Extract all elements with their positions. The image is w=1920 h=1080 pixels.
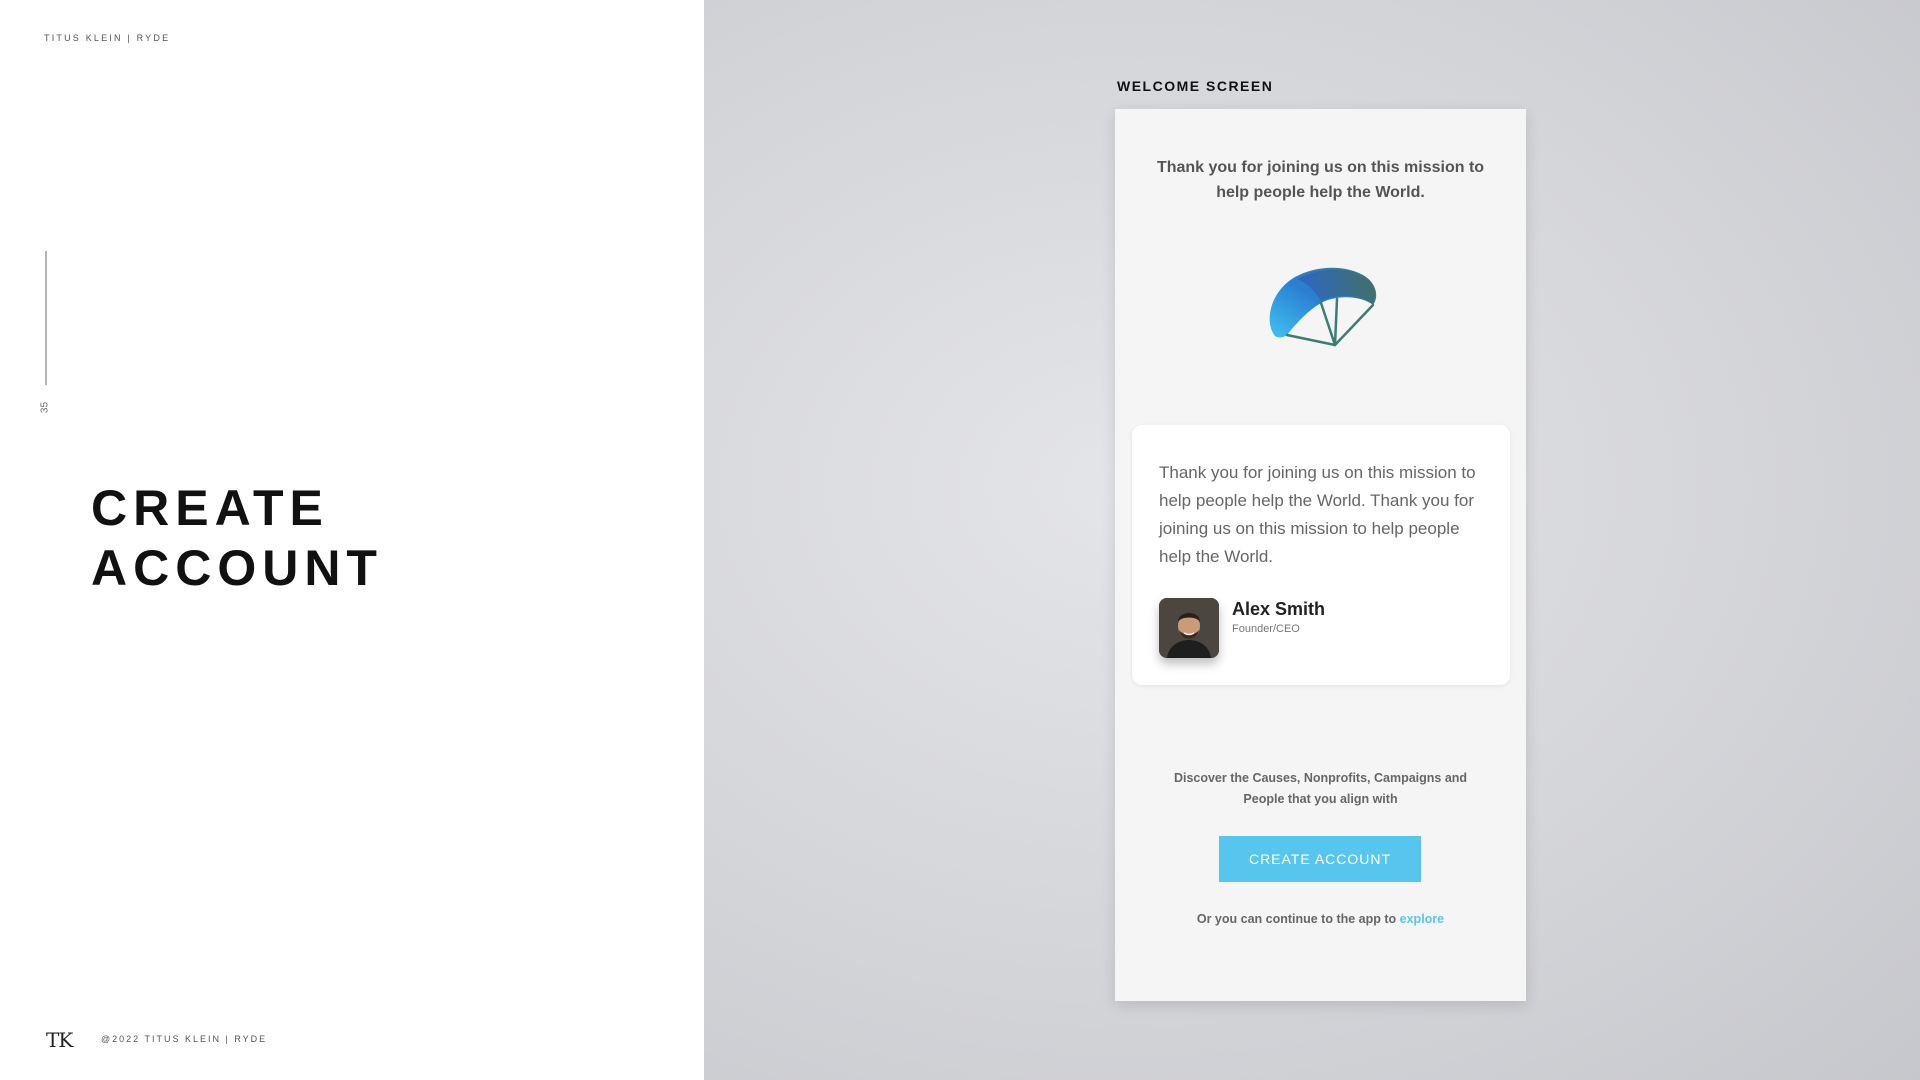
- divider-line: [45, 251, 47, 385]
- create-account-button[interactable]: CREATE ACCOUNT: [1219, 836, 1421, 882]
- page-number: 35: [39, 401, 51, 414]
- slide-title: CREATE ACCOUNT: [91, 478, 383, 598]
- slide-title-line-1: CREATE: [91, 480, 329, 536]
- welcome-heading: Thank you for joining us on this mission…: [1156, 159, 1485, 201]
- quote-text: Thank you for joining us on this mission…: [1159, 463, 1476, 566]
- parachute-logo-icon: [1265, 261, 1381, 353]
- welcome-screen-mockup: Thank you for joining us on this mission…: [1115, 109, 1526, 1001]
- slide-left-panel: TITUS KLEIN | RYDE 35 CREATE ACCOUNT TK …: [0, 0, 704, 1080]
- header-brand: TITUS KLEIN | RYDE: [44, 33, 171, 43]
- founder-quote-card: Thank you for joining us on this mission…: [1132, 425, 1510, 685]
- explore-prefix: Or you can continue to the app to: [1196, 912, 1400, 926]
- screen-label: WELCOME SCREEN: [1117, 78, 1274, 94]
- avatar: [1159, 598, 1219, 658]
- slide-title-line-2: ACCOUNT: [91, 540, 383, 596]
- person-name: Alex Smith: [1232, 599, 1326, 619]
- discover-text: Discover the Causes, Nonprofits, Campaig…: [1173, 771, 1468, 806]
- person-role: Founder/CEO: [1232, 623, 1300, 635]
- explore-line: Or you can continue to the app to explor…: [1135, 912, 1506, 926]
- footer-copyright: @2022 TITUS KLEIN | RYDE: [101, 1034, 268, 1044]
- footer-logo: TK: [46, 1028, 73, 1052]
- explore-link[interactable]: explore: [1400, 912, 1444, 926]
